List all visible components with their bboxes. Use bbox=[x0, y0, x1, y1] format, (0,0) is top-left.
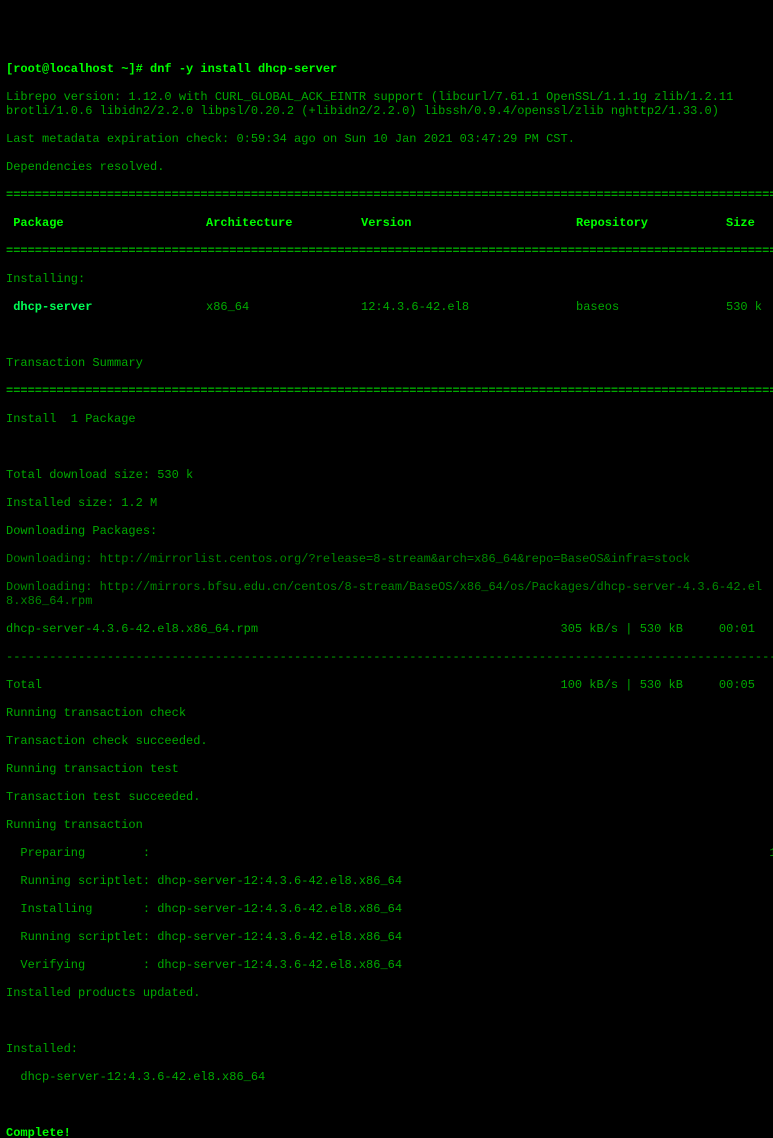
step-verifying: Verifying : dhcp-server-12:4.3.6-42.el8.… bbox=[6, 958, 767, 972]
blank bbox=[6, 1098, 767, 1112]
pkg-size: 530 k bbox=[726, 300, 762, 314]
blank bbox=[6, 328, 767, 342]
blank bbox=[6, 440, 767, 454]
step-scriptlet-1: Running scriptlet: dhcp-server-12:4.3.6-… bbox=[6, 874, 767, 888]
running-transaction: Running transaction bbox=[6, 818, 767, 832]
metadata-check: Last metadata expiration check: 0:59:34 … bbox=[6, 132, 767, 146]
pkg-version: 12:4.3.6-42.el8 bbox=[361, 300, 576, 314]
step-scriptlet-2: Running scriptlet: dhcp-server-12:4.3.6-… bbox=[6, 930, 767, 944]
running-check: Running transaction check bbox=[6, 706, 767, 720]
col-version: Version bbox=[361, 216, 576, 230]
blank bbox=[6, 1014, 767, 1028]
installed-size: Installed size: 1.2 M bbox=[6, 496, 767, 510]
installed-label: Installed: bbox=[6, 1042, 767, 1056]
total-progress: Total 100 kB/s | 530 kB 00:05 bbox=[6, 678, 767, 692]
librepo-version: Librepo version: 1.12.0 with CURL_GLOBAL… bbox=[6, 90, 767, 118]
downloading-packages: Downloading Packages: bbox=[6, 524, 767, 538]
col-package: Package bbox=[6, 216, 206, 230]
deps-resolved: Dependencies resolved. bbox=[6, 160, 767, 174]
complete: Complete! bbox=[6, 1126, 767, 1138]
step-preparing: Preparing : 1/1 bbox=[6, 846, 767, 860]
download-url-1: Downloading: http://mirrorlist.centos.or… bbox=[6, 552, 767, 566]
running-test: Running transaction test bbox=[6, 762, 767, 776]
rpm-progress: dhcp-server-4.3.6-42.el8.x86_64.rpm 305 … bbox=[6, 622, 767, 636]
col-repo: Repository bbox=[576, 216, 726, 230]
table-header: PackageArchitectureVersionRepositorySize bbox=[6, 216, 767, 230]
check-succeeded: Transaction check succeeded. bbox=[6, 734, 767, 748]
installing-label: Installing: bbox=[6, 272, 767, 286]
shell-prompt: [root@localhost ~]# dnf -y install dhcp-… bbox=[6, 62, 767, 76]
dash-separator: ----------------------------------------… bbox=[6, 650, 767, 664]
install-count: Install 1 Package bbox=[6, 412, 767, 426]
separator: ========================================… bbox=[6, 384, 767, 398]
col-size: Size bbox=[726, 216, 755, 230]
pkg-repo: baseos bbox=[576, 300, 726, 314]
installed-package: dhcp-server-12:4.3.6-42.el8.x86_64 bbox=[6, 1070, 767, 1084]
transaction-summary: Transaction Summary bbox=[6, 356, 767, 370]
pkg-name: dhcp-server bbox=[6, 300, 206, 314]
pkg-arch: x86_64 bbox=[206, 300, 361, 314]
col-arch: Architecture bbox=[206, 216, 361, 230]
total-download-size: Total download size: 530 k bbox=[6, 468, 767, 482]
step-installing: Installing : dhcp-server-12:4.3.6-42.el8… bbox=[6, 902, 767, 916]
download-url-2: Downloading: http://mirrors.bfsu.edu.cn/… bbox=[6, 580, 767, 608]
test-succeeded: Transaction test succeeded. bbox=[6, 790, 767, 804]
products-updated: Installed products updated. bbox=[6, 986, 767, 1000]
table-row: dhcp-serverx86_6412:4.3.6-42.el8baseos53… bbox=[6, 300, 767, 314]
separator: ========================================… bbox=[6, 188, 767, 202]
separator: ========================================… bbox=[6, 244, 767, 258]
